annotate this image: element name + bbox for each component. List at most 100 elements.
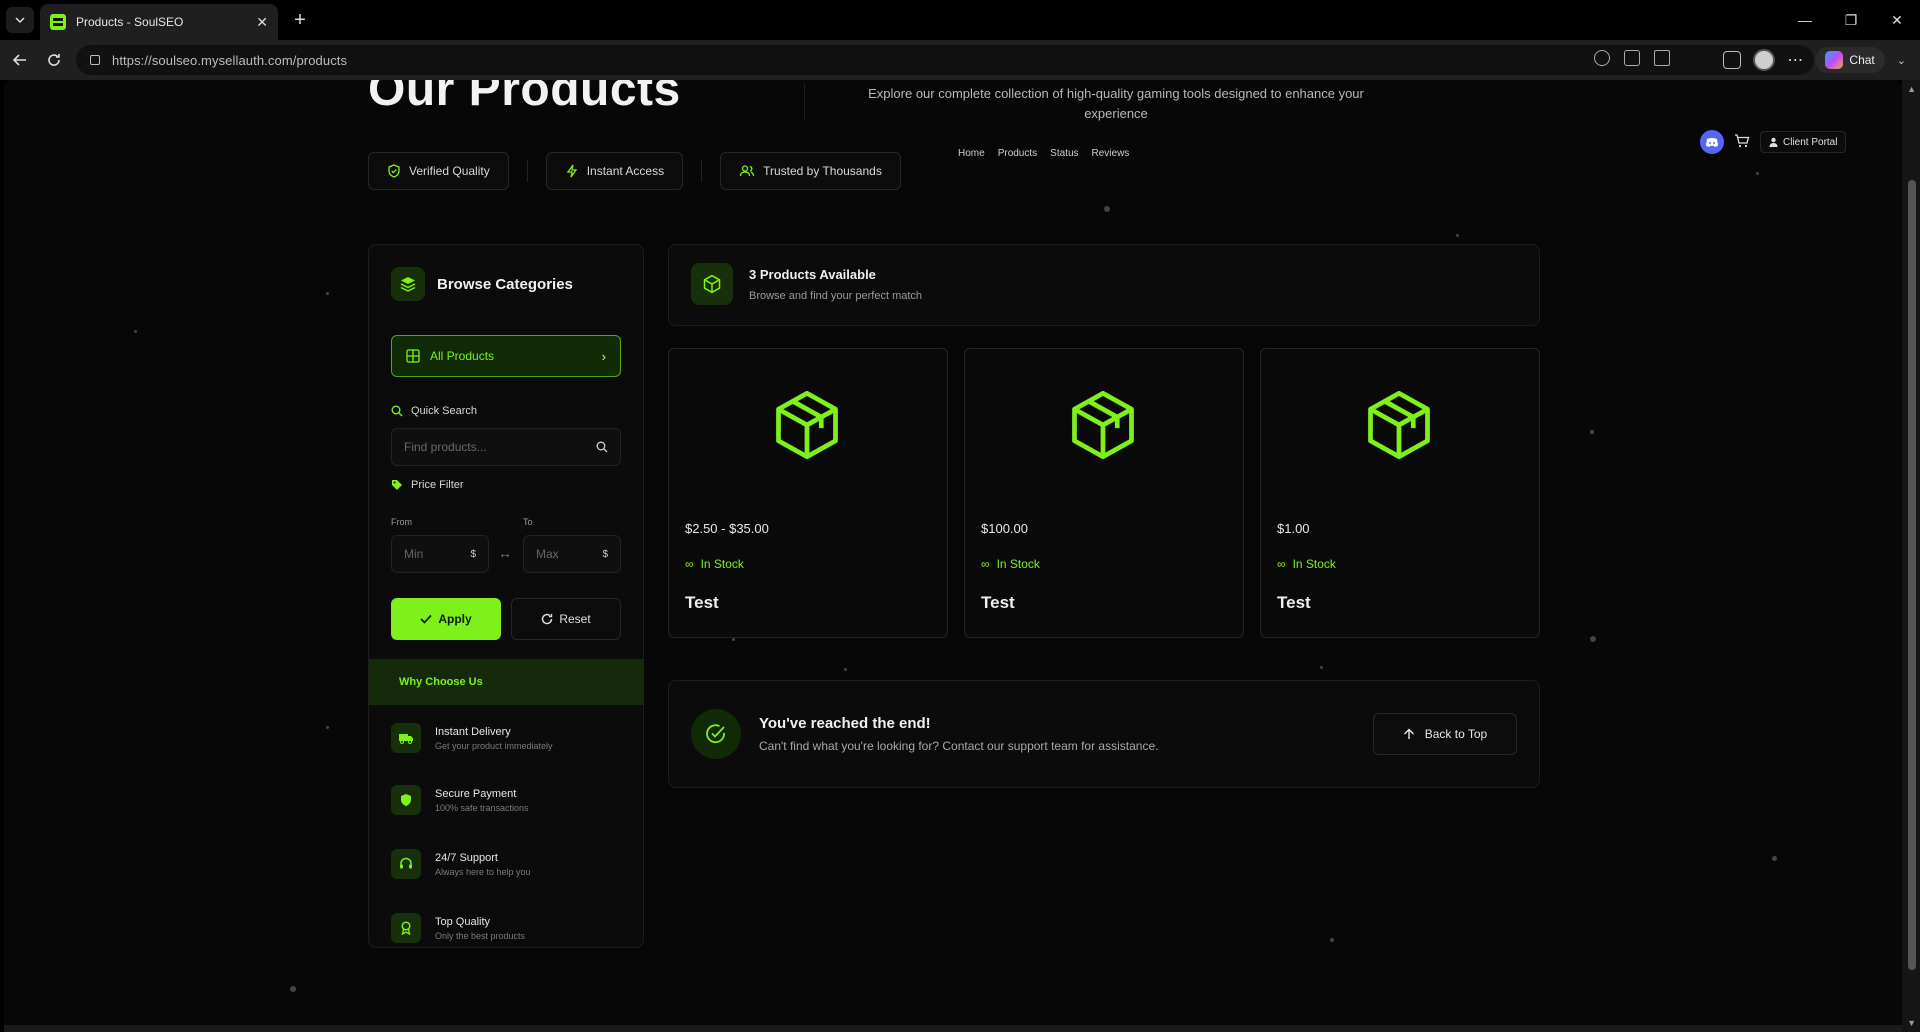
chevron-right-icon: › xyxy=(601,348,606,364)
url-field[interactable]: https://soulseo.mysellauth.com/products xyxy=(76,45,1814,75)
apply-button[interactable]: Apply xyxy=(391,598,501,640)
shield-icon xyxy=(391,785,421,815)
nav-link-products[interactable]: Products xyxy=(998,148,1037,159)
badge-instant-access: Instant Access xyxy=(545,152,684,190)
scrollbar-thumb[interactable] xyxy=(1908,180,1916,970)
search-icon[interactable] xyxy=(596,441,608,453)
feature-subtitle: Only the best products xyxy=(435,930,526,941)
user-icon xyxy=(1769,137,1778,147)
extensions-icon[interactable] xyxy=(1723,51,1742,69)
max-price-input[interactable] xyxy=(536,547,586,561)
arrow-left-icon xyxy=(12,54,26,66)
feature-text: 24/7 Support Always here to help you xyxy=(435,852,531,877)
badge-divider xyxy=(526,160,528,182)
tag-icon xyxy=(392,480,402,490)
layers-icon xyxy=(391,267,425,301)
products-count-title: 3 Products Available xyxy=(749,267,876,282)
infinity-icon: ∞ xyxy=(981,557,990,571)
close-window-button[interactable]: ✕ xyxy=(1874,0,1920,40)
rotate-icon xyxy=(542,613,553,625)
tab-close-icon[interactable]: ✕ xyxy=(256,14,268,31)
favorite-star-icon[interactable] xyxy=(1654,50,1670,66)
shield-check-icon xyxy=(388,164,400,178)
address-bar-row: https://soulseo.mysellauth.com/products … xyxy=(0,40,1920,80)
discord-icon[interactable] xyxy=(1700,130,1724,154)
page-viewport: Our Products Explore our complete collec… xyxy=(4,80,1902,1025)
zoom-icon[interactable] xyxy=(1594,50,1610,66)
feature-title: Secure Payment xyxy=(435,787,517,800)
background-particle xyxy=(1590,430,1594,434)
feature-title: Instant Delivery xyxy=(435,725,511,738)
minimize-button[interactable]: — xyxy=(1782,0,1828,40)
background-particle xyxy=(1456,234,1459,237)
background-particle xyxy=(1756,172,1759,175)
min-price-input[interactable] xyxy=(404,547,454,561)
product-card[interactable]: $1.00 ∞ In Stock Test xyxy=(1260,348,1540,638)
reload-button[interactable] xyxy=(42,48,66,72)
background-particle xyxy=(1590,636,1596,642)
nav-link-reviews[interactable]: Reviews xyxy=(1092,148,1130,159)
client-portal-label: Client Portal xyxy=(1783,136,1838,148)
header-actions: Client Portal xyxy=(1700,130,1847,154)
from-label: From xyxy=(391,517,412,527)
reader-view-icon[interactable] xyxy=(1624,50,1640,66)
stock-status: ∞ In Stock xyxy=(1277,557,1336,571)
grid-icon xyxy=(406,349,420,363)
categories-sidebar: Browse Categories All Products › Quick S… xyxy=(368,244,644,948)
lightning-icon xyxy=(566,164,577,178)
nav-link-home[interactable]: Home xyxy=(958,148,985,159)
hero-description: Explore our complete collection of high-… xyxy=(868,86,1364,121)
site-favicon-icon xyxy=(50,14,66,30)
award-icon xyxy=(391,913,421,943)
site-info-icon[interactable] xyxy=(90,55,100,65)
quick-search-text: Quick Search xyxy=(411,405,478,417)
page-title: Our Products xyxy=(368,80,681,116)
product-name: Test xyxy=(1277,593,1311,612)
chevron-down-icon[interactable]: ⌄ xyxy=(1897,54,1906,67)
apply-label: Apply xyxy=(438,612,472,626)
back-to-top-button[interactable]: Back to Top xyxy=(1373,713,1517,755)
search-icon xyxy=(391,405,403,417)
browser-tab-active[interactable]: Products - SoulSEO ✕ xyxy=(40,4,278,40)
back-to-top-label: Back to Top xyxy=(1424,727,1488,741)
feature-subtitle: 100% safe transactions xyxy=(435,802,529,813)
search-input[interactable] xyxy=(404,440,596,454)
package-icon xyxy=(776,390,838,460)
reset-label: Reset xyxy=(559,612,591,626)
feature-item: Secure Payment 100% safe transactions xyxy=(391,785,529,815)
stock-label: In Stock xyxy=(700,557,744,571)
end-title: You've reached the end! xyxy=(759,715,931,732)
new-tab-button[interactable]: + xyxy=(288,8,312,32)
back-button[interactable] xyxy=(8,48,32,72)
cart-icon[interactable] xyxy=(1734,133,1750,151)
badge-trusted: Trusted by Thousands xyxy=(720,152,901,190)
window-bottom-edge xyxy=(4,1025,1902,1032)
copilot-icon xyxy=(1825,51,1844,69)
profile-avatar[interactable] xyxy=(1753,49,1776,71)
check-circle-icon xyxy=(691,709,741,759)
background-particle xyxy=(134,330,137,333)
background-particle xyxy=(290,986,296,992)
scroll-down-arrow-icon[interactable]: ▼ xyxy=(1907,1018,1916,1028)
max-price-wrapper: $ xyxy=(523,535,621,573)
scroll-up-arrow-icon[interactable]: ▲ xyxy=(1907,84,1916,94)
product-card[interactable]: $100.00 ∞ In Stock Test xyxy=(964,348,1244,638)
to-label: To xyxy=(523,517,533,527)
shopping-cart-icon xyxy=(1735,133,1750,147)
badge-label: Instant Access xyxy=(586,164,665,178)
client-portal-button[interactable]: Client Portal xyxy=(1760,131,1847,153)
category-all-products[interactable]: All Products › xyxy=(391,335,621,377)
quick-search-label: Quick Search xyxy=(391,405,477,417)
users-icon xyxy=(739,165,755,177)
product-card[interactable]: $2.50 - $35.00 ∞ In Stock Test xyxy=(668,348,948,638)
background-particle xyxy=(1330,938,1334,942)
reset-button[interactable]: Reset xyxy=(511,598,621,640)
more-menu-icon[interactable]: ⋯ xyxy=(1787,50,1803,70)
badge-divider xyxy=(701,160,703,182)
background-particle xyxy=(1772,856,1777,861)
restore-button[interactable]: ❐ xyxy=(1828,0,1874,40)
copilot-chat-button[interactable]: Chat xyxy=(1815,47,1885,73)
nav-link-status[interactable]: Status xyxy=(1050,148,1078,159)
sidebar-header: Browse Categories xyxy=(391,267,573,301)
tab-list-button[interactable] xyxy=(6,7,34,33)
